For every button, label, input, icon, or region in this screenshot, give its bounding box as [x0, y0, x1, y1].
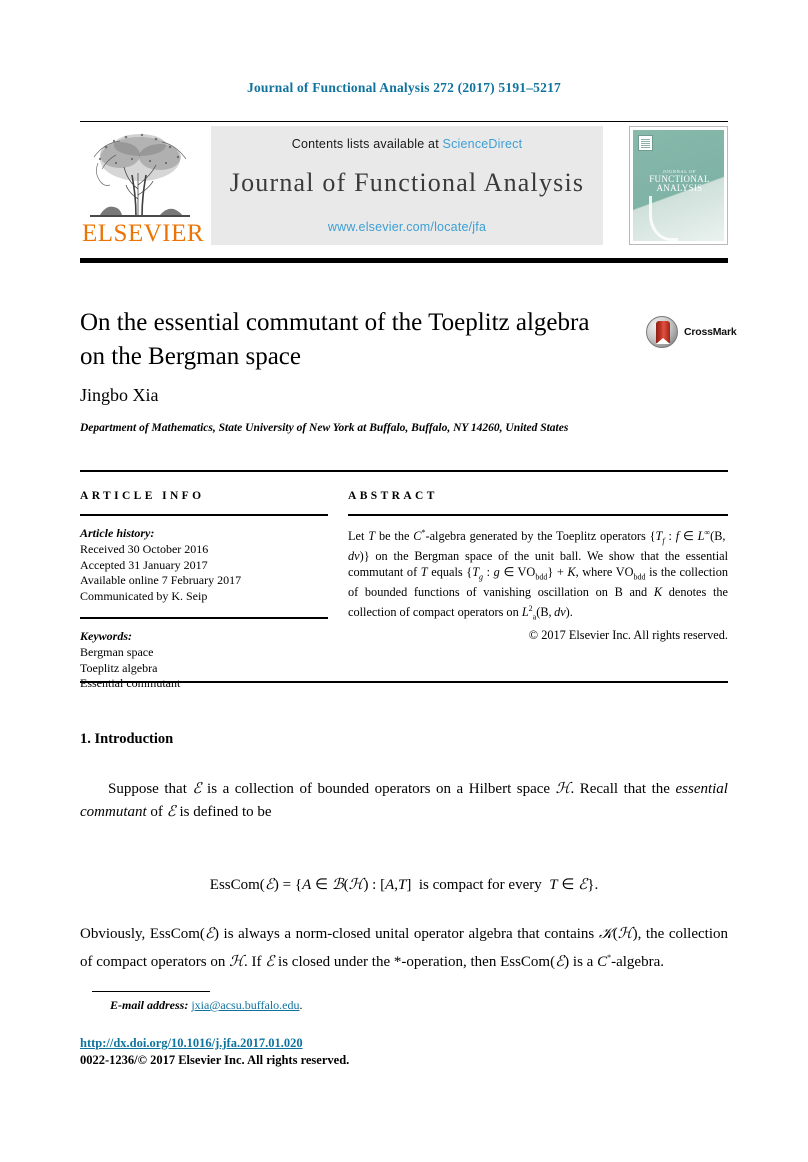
elsevier-logo: ELSEVIER [82, 127, 205, 247]
para1-part-e: is defined to be [175, 804, 272, 820]
received-date: Received 30 October 2016 [80, 542, 209, 556]
footnote-rule [92, 991, 210, 992]
keyword-item: Essential commutant [80, 676, 181, 690]
elsevier-wordmark: ELSEVIER [82, 220, 205, 247]
available-online-date: Available online 7 February 2017 [80, 573, 242, 587]
para2-part-e: is closed under the *-operation, then Es… [274, 954, 556, 970]
article-history-label: Article history: [80, 526, 155, 540]
cover-title-text: JOURNAL OF FUNCTIONAL ANALYSIS [633, 169, 724, 194]
display-equation-esscom: EssCom(ℰ) = {A ∈ ℬ(ℋ) : [A,T] is compact… [209, 877, 599, 893]
article-info-heading: ARTICLE INFO [80, 490, 205, 502]
banner-center-panel: Contents lists available at ScienceDirec… [211, 126, 603, 245]
communicated-by: Communicated by K. Seip [80, 588, 208, 603]
introduction-paragraph-2: Obviously, EssCom(ℰ) is always a norm-cl… [80, 926, 728, 970]
crossmark-badge[interactable]: CrossMark [646, 316, 737, 348]
accepted-date: Accepted 31 January 2017 [80, 557, 208, 572]
elsevier-tree-icon [86, 129, 194, 221]
keywords-rule [80, 617, 328, 619]
issn-copyright-line: 0022-1236/© 2017 Elsevier Inc. All right… [80, 1053, 350, 1067]
article-info-column: ARTICLE INFO Article history: Received 3… [80, 490, 328, 692]
cover-elsevier-mark-icon [638, 135, 653, 151]
author-affiliation: Department of Mathematics, State Univers… [80, 422, 569, 434]
abstract-text: Let T be the C*-algebra generated by the… [348, 528, 728, 622]
section-heading-introduction: 1. Introduction [80, 731, 174, 747]
article-title-line1: On the essential commutant of the Toepli… [80, 309, 590, 336]
abstract-heading: ABSTRACT [348, 490, 438, 502]
journal-banner: ELSEVIER Contents lists available at Sci… [80, 121, 728, 248]
para2-part-g: -algebra. [611, 954, 664, 970]
info-section-top-rule [80, 470, 728, 472]
para2-part-a: Obviously, EssCom( [80, 926, 205, 942]
keywords-label: Keywords: [80, 629, 132, 643]
sciencedirect-link[interactable]: ScienceDirect [443, 137, 523, 151]
paper-page: Journal of Functional Analysis 272 (2017… [0, 0, 808, 1162]
para1-part-d: of [146, 804, 167, 820]
cover-art: JOURNAL OF FUNCTIONAL ANALYSIS [633, 130, 724, 241]
journal-title: Journal of Functional Analysis [229, 168, 585, 197]
keyword-item: Bergman space [80, 645, 154, 659]
abstract-copyright: © 2017 Elsevier Inc. All rights reserved… [528, 627, 728, 642]
para2-part-b: ) is always a norm-closed unital operato… [213, 926, 599, 942]
abstract-rule [348, 514, 728, 516]
email-footnote: E-mail address: jxia@acsu.buffalo.edu. [110, 998, 302, 1013]
banner-bottom-rule [80, 258, 728, 263]
info-section-bottom-rule [80, 681, 728, 683]
crossmark-ribbon-icon [656, 321, 670, 344]
banner-top-rule [80, 121, 728, 122]
email-label: E-mail address: [110, 998, 189, 1012]
doi-link[interactable]: http://dx.doi.org/10.1016/j.jfa.2017.01.… [80, 1036, 303, 1051]
running-head: Journal of Functional Analysis 272 (2017… [247, 80, 561, 95]
abstract-column: ABSTRACT Let T be the C*-algebra generat… [348, 490, 728, 643]
journal-homepage-link[interactable]: www.elsevier.com/locate/jfa [211, 220, 603, 234]
para2-part-f: ) is a [564, 954, 598, 970]
cover-swirl-decoration [649, 196, 678, 241]
crossmark-circle-icon [646, 316, 678, 348]
author-name: Jingbo Xia [80, 385, 159, 405]
keyword-item: Toeplitz algebra [80, 660, 158, 675]
contents-prefix: Contents lists available at [291, 137, 443, 151]
para1-part-c: . Recall that the [570, 781, 676, 797]
introduction-paragraph-1: Suppose that ℰ is a collection of bounde… [80, 781, 728, 820]
article-info-rule [80, 514, 328, 516]
journal-cover-thumbnail: JOURNAL OF FUNCTIONAL ANALYSIS [629, 126, 728, 245]
page-title: On the essential commutant of the Toepli… [80, 306, 610, 374]
article-title-line2: on the Bergman space [80, 343, 301, 370]
contents-available-line: Contents lists available at ScienceDirec… [211, 137, 603, 151]
para1-part-a: Suppose that [108, 781, 193, 797]
crossmark-label: CrossMark [684, 326, 737, 338]
email-link[interactable]: jxia@acsu.buffalo.edu [191, 998, 299, 1012]
para2-part-d: . If [243, 954, 266, 970]
cover-title-line3: ANALYSIS [656, 183, 703, 194]
para1-part-b: is a collection of bounded operators on … [201, 781, 556, 797]
email-period: . [299, 998, 303, 1012]
